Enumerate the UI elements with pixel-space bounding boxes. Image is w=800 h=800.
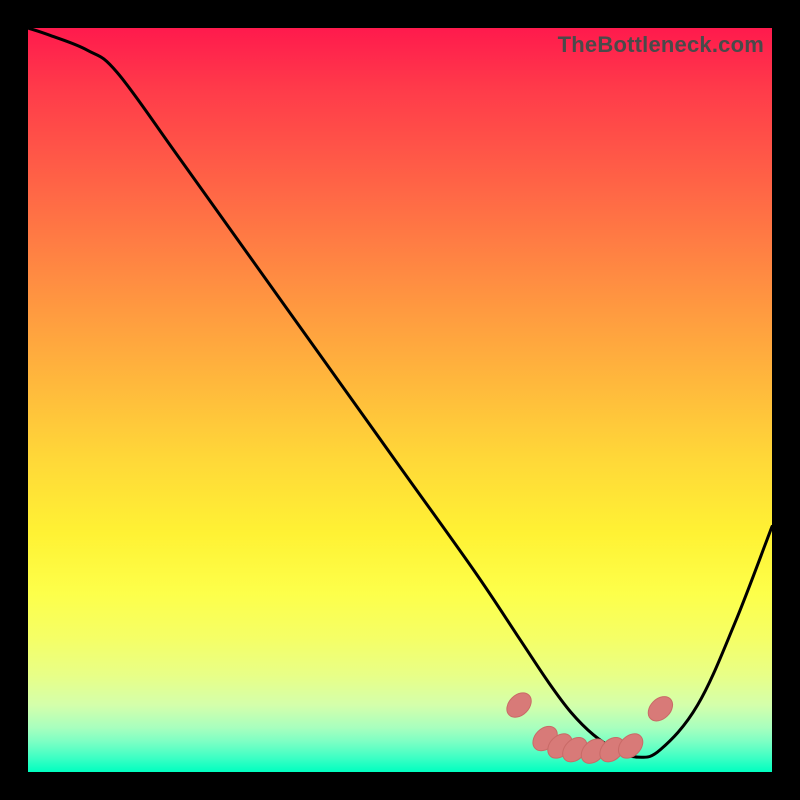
curve-marker <box>614 729 648 763</box>
curve-layer <box>28 28 772 772</box>
chart-frame: TheBottleneck.com <box>0 0 800 800</box>
curve-marker <box>643 692 677 726</box>
curve-marker <box>528 722 562 756</box>
watermark-text: TheBottleneck.com <box>558 32 764 58</box>
curve-marker <box>502 688 536 722</box>
curve-marker <box>543 729 577 763</box>
curve-marker <box>595 733 629 767</box>
curve-markers <box>502 688 677 768</box>
bottleneck-curve <box>28 28 772 757</box>
plot-area: TheBottleneck.com <box>28 28 772 772</box>
curve-marker <box>576 734 610 768</box>
curve-marker <box>558 733 592 767</box>
